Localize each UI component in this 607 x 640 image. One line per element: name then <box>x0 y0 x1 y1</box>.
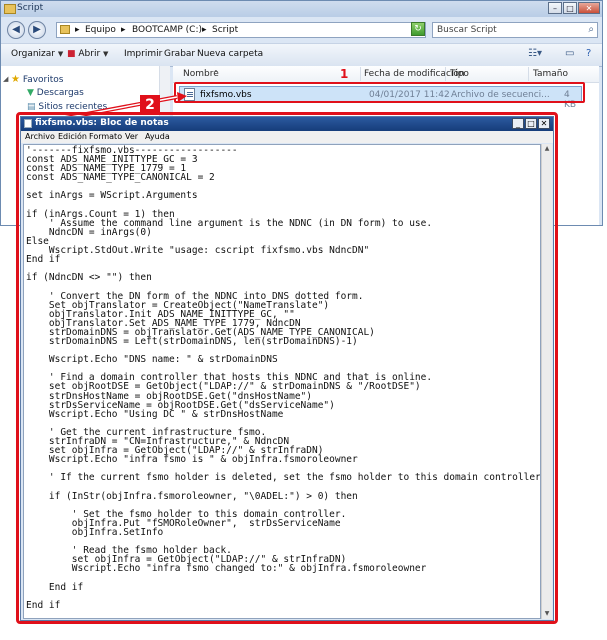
notepad-minimize-button[interactable]: _ <box>512 118 524 129</box>
notepad-scrollbar[interactable]: ▲ ▼ <box>541 144 552 619</box>
notepad-maximize-button[interactable]: □ <box>525 118 537 129</box>
menu-edicion[interactable]: Edición <box>58 132 87 141</box>
annotation-number-2: 2 <box>140 95 160 115</box>
menu-ayuda[interactable]: Ayuda <box>145 132 170 141</box>
menu-formato[interactable]: Formato <box>89 132 122 141</box>
notepad-titlebar[interactable]: fixfsmo.vbs: Bloc de notas _ □ ✕ <box>21 117 553 131</box>
notepad-menubar: Archivo Edición Formato Ver Ayuda <box>21 131 553 143</box>
scroll-up-icon[interactable]: ▲ <box>542 144 552 154</box>
notepad-window: fixfsmo.vbs: Bloc de notas _ □ ✕ Archivo… <box>20 116 554 621</box>
notepad-text-area[interactable]: '-------fixfsmo.vbs------------------ co… <box>23 144 541 619</box>
menu-archivo[interactable]: Archivo <box>25 132 55 141</box>
menu-ver[interactable]: Ver <box>125 132 138 141</box>
notepad-title: fixfsmo.vbs: Bloc de notas <box>35 118 169 128</box>
notepad-close-button[interactable]: ✕ <box>538 118 550 129</box>
notepad-icon <box>24 119 32 128</box>
scroll-down-icon[interactable]: ▼ <box>542 609 552 619</box>
script-content: '-------fixfsmo.vbs------------------ co… <box>26 145 541 611</box>
